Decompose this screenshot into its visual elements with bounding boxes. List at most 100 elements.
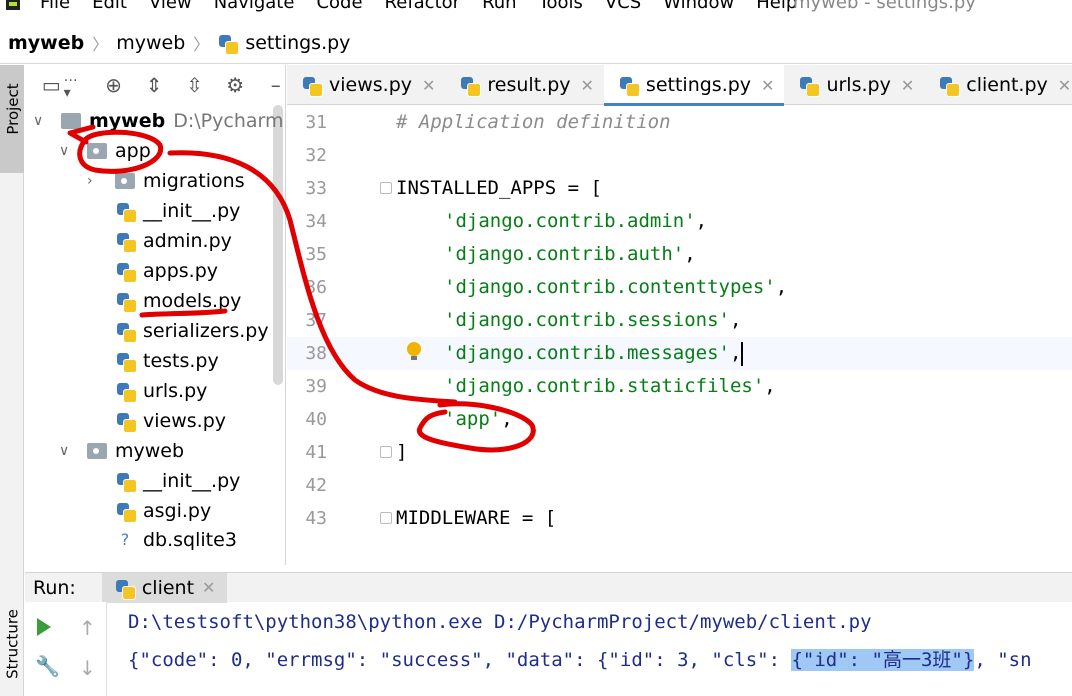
menu-refactor[interactable]: Refactor (385, 0, 461, 13)
tree-root-name: myweb (89, 110, 166, 132)
menu-navigate[interactable]: Navigate (214, 0, 295, 13)
breadcrumb-file[interactable]: settings.py (245, 32, 350, 54)
down-arrow-icon[interactable]: ↓ (79, 656, 96, 680)
tree-item-label: __init__.py (143, 200, 241, 222)
tree-item-init[interactable]: __init__.py (115, 196, 240, 226)
close-icon[interactable]: ✕ (761, 76, 774, 95)
line-number: 34 (305, 211, 327, 232)
chevron-right-icon[interactable]: › (87, 173, 93, 189)
structure-tool-tab[interactable]: Structure (0, 605, 24, 696)
rerun-play-icon[interactable] (37, 618, 51, 636)
chevron-right-icon: 〉 (92, 34, 109, 54)
tab-label: urls.py (826, 74, 891, 96)
tree-item-models[interactable]: models.py (115, 286, 241, 316)
structure-tab-label: Structure (3, 609, 22, 679)
menu-bar: File Edit View Navigate Code Refactor Run Tools… (0, 0, 1072, 22)
tree-item-app[interactable]: ∨ app (59, 136, 151, 166)
string-literal: 'django.contrib.auth' (444, 243, 685, 265)
code-editor[interactable]: 31 # Application definition 32 33 INSTAL… (287, 106, 1072, 532)
chevron-down-icon[interactable]: ∨ (33, 113, 43, 129)
menu-window[interactable]: Window (663, 0, 734, 13)
comma: , (684, 243, 696, 265)
close-icon[interactable]: ✕ (1058, 76, 1071, 95)
line-number: 38 (305, 343, 327, 364)
editor-tabs: views.py ✕ result.py ✕ settings.py ✕ url… (287, 65, 1072, 106)
breadcrumb-package[interactable]: myweb (116, 32, 185, 54)
menu-run[interactable]: Run (482, 0, 517, 13)
tree-item-asgi[interactable]: asgi.py (115, 496, 211, 526)
menu-view[interactable]: View (149, 0, 192, 13)
menu-tools[interactable]: Tools (539, 0, 583, 13)
locate-file-icon[interactable]: ⊕ (103, 73, 124, 97)
close-icon[interactable]: ✕ (202, 578, 215, 597)
lightbulb-icon[interactable] (407, 342, 421, 360)
tree-item-label: db.sqlite3 (143, 529, 237, 551)
console-output[interactable]: D:\testsoft\python38\python.exe D:/Pycha… (108, 602, 1072, 696)
expand-all-icon[interactable]: ⇕ (144, 73, 165, 97)
tab-views[interactable]: views.py ✕ (287, 65, 445, 105)
tab-settings[interactable]: settings.py ✕ (603, 65, 785, 106)
hide-icon[interactable]: – (265, 73, 285, 97)
fold-icon[interactable] (380, 446, 392, 458)
code-text: INSTALLED_APPS = [ (396, 177, 602, 199)
tree-item-migrations[interactable]: › migrations (87, 166, 245, 196)
line-number: 32 (305, 145, 327, 166)
tab-result[interactable]: result.py ✕ (445, 65, 604, 105)
view-dropdown-icon[interactable]: …▾ (64, 69, 84, 101)
tab-client[interactable]: client.py ✕ (924, 65, 1072, 105)
project-scrollbar[interactable] (273, 105, 283, 385)
tree-item-serializers[interactable]: serializers.py (115, 316, 269, 346)
gear-icon[interactable]: ⚙ (225, 73, 246, 97)
tree-item-tests[interactable]: tests.py (115, 346, 219, 376)
chevron-down-icon[interactable]: ∨ (59, 443, 69, 459)
run-toolbar: 🔧 ↑ ↓ (25, 602, 107, 696)
close-icon[interactable]: ✕ (901, 76, 914, 95)
string-literal: 'django.contrib.admin' (444, 210, 696, 232)
tree-item-myweb-package[interactable]: ∨ myweb (59, 436, 184, 466)
collapse-all-icon[interactable]: ⇳ (184, 73, 205, 97)
fold-icon[interactable] (380, 182, 392, 194)
tree-item-views[interactable]: views.py (115, 406, 226, 436)
breadcrumb-project[interactable]: myweb (8, 32, 84, 54)
tree-item-urls[interactable]: urls.py (115, 376, 207, 406)
menu-items: File Edit View Navigate Code Refactor Run Tools… (40, 0, 819, 13)
code-line: 37 'django.contrib.sessions', (287, 304, 1072, 337)
string-literal: 'django.contrib.messages' (444, 342, 730, 364)
menu-edit[interactable]: Edit (92, 0, 127, 13)
tree-root[interactable]: ∨ myweb D:\PycharmProject\myweb (33, 106, 285, 136)
line-number: 42 (305, 475, 327, 496)
tree-item-admin[interactable]: admin.py (115, 226, 232, 256)
fold-icon[interactable] (380, 512, 392, 524)
tree-item-db[interactable]: ? db.sqlite3 (115, 525, 237, 555)
menu-vcs[interactable]: VCS (605, 0, 641, 13)
python-file-icon (115, 351, 137, 373)
run-tab-client[interactable]: client ✕ (101, 572, 228, 603)
code-line: 41 ] (287, 436, 1072, 469)
code-line: 43 MIDDLEWARE = [ (287, 502, 1072, 532)
wrench-icon[interactable]: 🔧 (35, 654, 60, 678)
up-arrow-icon[interactable]: ↑ (79, 616, 96, 640)
string-literal: 'django.contrib.staticfiles' (444, 375, 765, 397)
project-tool-tab[interactable]: Project (0, 65, 24, 173)
close-icon[interactable]: ✕ (581, 76, 594, 95)
python-file-icon (115, 201, 137, 223)
code-text: 'django.contrib.staticfiles', (444, 370, 776, 403)
menu-file[interactable]: File (40, 0, 70, 13)
close-icon[interactable]: ✕ (422, 76, 435, 95)
tree-item-init[interactable]: __init__.py (115, 466, 240, 496)
run-label: Run: (33, 576, 76, 599)
view-mode-icon[interactable]: ▭ (41, 73, 62, 97)
chevron-down-icon[interactable]: ∨ (59, 143, 69, 159)
menu-help[interactable]: Help (756, 0, 797, 13)
comma: , (764, 375, 776, 397)
code-line: 32 (287, 139, 1072, 172)
line-number: 35 (305, 244, 327, 265)
menu-code[interactable]: Code (316, 0, 362, 13)
python-file-icon (115, 381, 137, 403)
tree-item-apps[interactable]: apps.py (115, 256, 218, 286)
python-file-icon (115, 231, 137, 253)
string-literal: 'app' (444, 408, 502, 430)
line-number: 31 (305, 112, 327, 133)
tab-urls[interactable]: urls.py ✕ (784, 65, 924, 105)
line-number: 39 (305, 376, 327, 397)
